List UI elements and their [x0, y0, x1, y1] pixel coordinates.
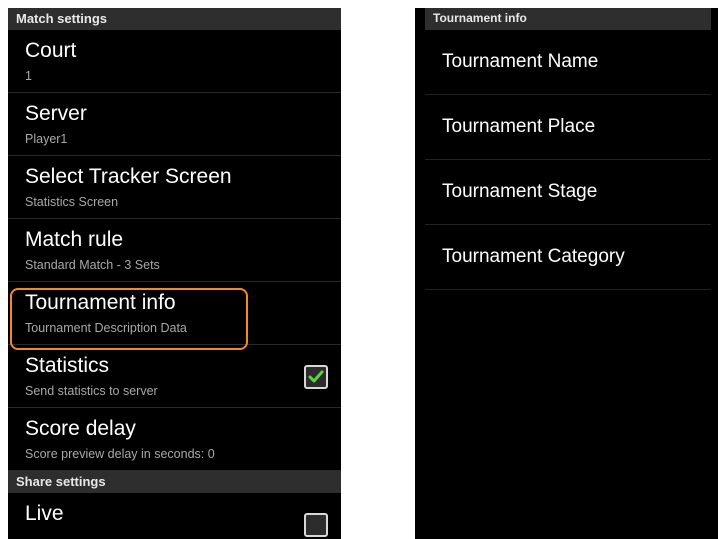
- checkmark-icon: [308, 370, 324, 383]
- tournament-category-item[interactable]: Tournament Category: [425, 225, 711, 290]
- share-settings-header: Share settings: [8, 471, 341, 493]
- item-label: Tournament Category: [442, 246, 625, 267]
- pref-server[interactable]: Server Player1: [8, 93, 341, 156]
- tournament-place-item[interactable]: Tournament Place: [425, 95, 711, 160]
- pref-summary: Player1: [25, 132, 68, 146]
- pref-title: Server: [25, 102, 87, 125]
- statistics-checkbox[interactable]: [304, 365, 328, 389]
- tournament-stage-item[interactable]: Tournament Stage: [425, 160, 711, 225]
- pref-title: Statistics: [25, 354, 110, 377]
- pref-match-rule[interactable]: Match rule Standard Match - 3 Sets: [8, 219, 341, 282]
- pref-summary: Score preview delay in seconds: 0: [25, 447, 215, 461]
- pref-title: Score delay: [25, 417, 136, 440]
- item-label: Tournament Name: [442, 51, 599, 72]
- pref-tournament-info[interactable]: Tournament info Tournament Description D…: [8, 282, 341, 350]
- pref-title: Live: [25, 502, 64, 525]
- pref-live[interactable]: Live: [8, 493, 341, 539]
- tournament-info-header: Tournament info: [425, 8, 711, 30]
- pref-summary: Send statistics to server: [25, 384, 158, 398]
- pref-court[interactable]: Court 1: [8, 30, 341, 93]
- tournament-name-item[interactable]: Tournament Name: [425, 30, 711, 95]
- pref-title: Select Tracker Screen: [25, 165, 232, 188]
- item-label: Tournament Stage: [442, 181, 598, 202]
- match-settings-header: Match settings: [8, 8, 341, 30]
- pref-select-tracker-screen[interactable]: Select Tracker Screen Statistics Screen: [8, 156, 341, 219]
- pref-statistics[interactable]: Statistics Send statistics to server: [8, 345, 341, 408]
- pref-summary: Tournament Description Data: [25, 321, 187, 335]
- pref-title: Tournament info: [25, 291, 176, 314]
- pref-summary: Standard Match - 3 Sets: [25, 258, 160, 272]
- pref-summary: 1: [25, 69, 32, 83]
- live-checkbox[interactable]: [304, 513, 328, 537]
- item-label: Tournament Place: [442, 116, 596, 137]
- pref-title: Court: [25, 39, 77, 62]
- tournament-info-screen: Tournament info Tournament Name Tourname…: [415, 8, 718, 539]
- pref-title: Match rule: [25, 228, 124, 251]
- pref-summary: Statistics Screen: [25, 195, 119, 209]
- match-settings-screen: Match settings Court 1 Server Player1 Se…: [8, 8, 341, 539]
- pref-score-delay[interactable]: Score delay Score preview delay in secon…: [8, 408, 341, 471]
